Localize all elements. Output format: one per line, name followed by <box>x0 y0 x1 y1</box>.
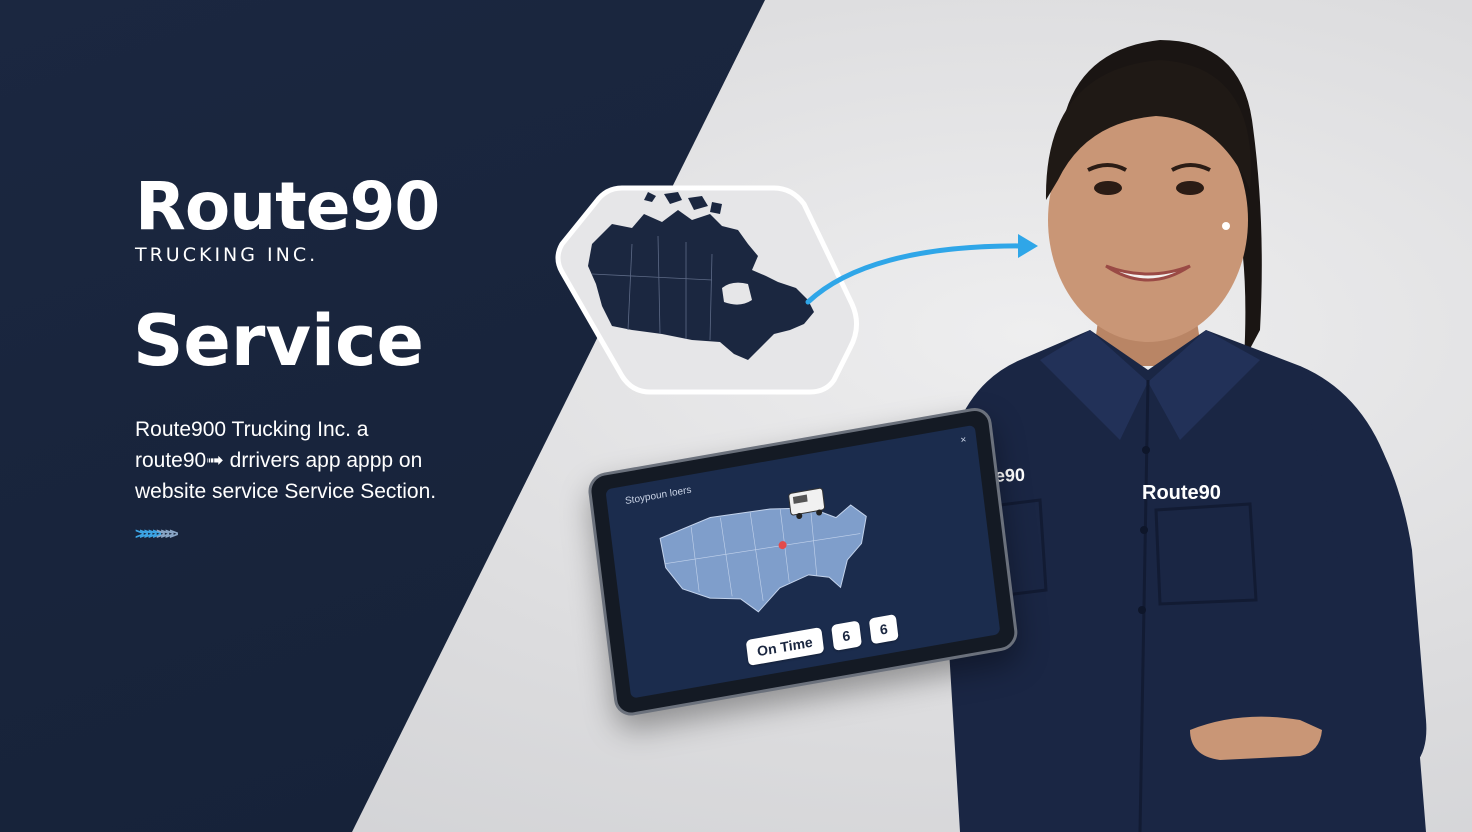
brand-subtitle: TRUCKING INC. <box>135 244 319 266</box>
tablet-screen: Stoypoun loers × On Time 6 6 <box>605 424 1001 699</box>
stat-on-time[interactable]: On Time <box>745 627 825 666</box>
uniform-logo-right: Route90 <box>1142 482 1221 504</box>
brand-name: Route90 <box>135 168 440 245</box>
description-line-1: Route900 Trucking Inc. a <box>135 418 369 441</box>
stat-value-2[interactable]: 6 <box>868 613 900 645</box>
stats-row: On Time 6 6 <box>745 613 900 666</box>
description-line-3: website service Service Section. <box>135 480 437 503</box>
close-icon[interactable]: × <box>960 434 967 446</box>
chevrons-right-icon: >>>>> >>>> <box>135 526 178 543</box>
section-description: Route900 Trucking Inc. a route90➟ drrive… <box>135 414 475 507</box>
description-line-2: route90➟ drrivers app appp on <box>135 449 423 472</box>
section-heading: Service <box>133 300 425 382</box>
stat-value-1[interactable]: 6 <box>830 620 862 651</box>
